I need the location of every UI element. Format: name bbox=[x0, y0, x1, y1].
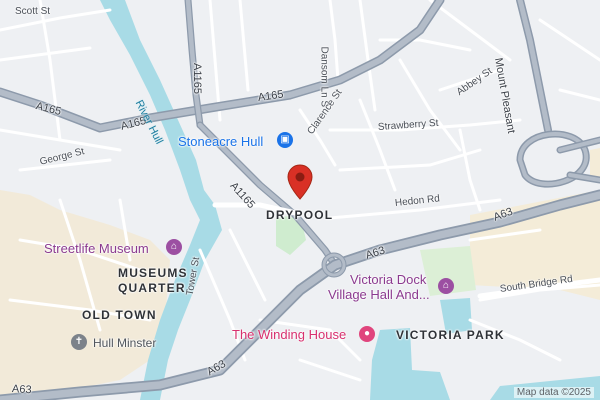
map-canvas[interactable]: Scott St A1165 A165 A165 A165 George St … bbox=[0, 0, 600, 400]
district-label-victoria-park: VICTORIA PARK bbox=[396, 328, 505, 342]
district-label-quarter: QUARTER bbox=[118, 281, 186, 295]
poi-label-village-hall[interactable]: Village Hall And... bbox=[328, 287, 430, 302]
poi-label-victoria-dock[interactable]: Victoria Dock bbox=[350, 272, 426, 287]
map-attribution: Map data ©2025 bbox=[513, 387, 594, 398]
district-label-drypool: DRYPOOL bbox=[266, 208, 334, 222]
poi-label-streetlife-museum[interactable]: Streetlife Museum bbox=[44, 241, 149, 256]
church-icon[interactable]: ✝ bbox=[71, 334, 87, 350]
poi-label-stoneacre-hull[interactable]: Stoneacre Hull bbox=[178, 134, 263, 149]
road-label-a63-west: A63 bbox=[11, 383, 32, 397]
district-label-old-town: OLD TOWN bbox=[82, 308, 157, 322]
lodging-icon[interactable]: ● bbox=[359, 326, 375, 342]
road-label-a1165-vertical: A1165 bbox=[191, 63, 203, 94]
shopping-bag-icon[interactable]: ▣ bbox=[277, 132, 293, 148]
district-label-museums: MUSEUMS bbox=[118, 266, 188, 280]
poi-label-winding-house[interactable]: The Winding House bbox=[232, 327, 346, 342]
landmark-icon[interactable]: ⌂ bbox=[438, 278, 454, 294]
museum-icon[interactable]: ⌂ bbox=[166, 239, 182, 255]
poi-label-hull-minster[interactable]: Hull Minster bbox=[93, 336, 156, 350]
street-label-scott-st: Scott St bbox=[15, 6, 51, 17]
location-pin-icon[interactable] bbox=[287, 164, 313, 200]
